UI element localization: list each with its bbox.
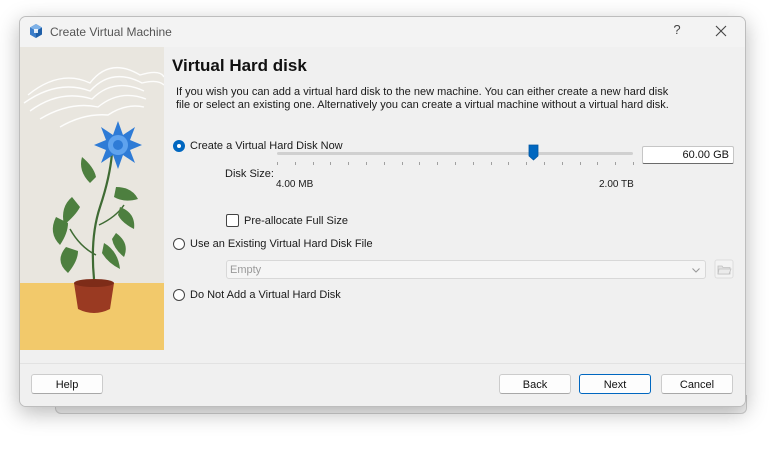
slider-tick: [615, 162, 616, 165]
no-disk-label: Do Not Add a Virtual Hard Disk: [190, 288, 341, 301]
slider-tick: [491, 162, 492, 165]
slider-tick: [455, 162, 456, 165]
preallocate-label: Pre-allocate Full Size: [244, 214, 348, 227]
window-title: Create Virtual Machine: [50, 25, 172, 39]
disk-size-label: Disk Size:: [225, 168, 274, 180]
intro-line-1: If you wish you can add a virtual hard d…: [176, 86, 669, 98]
plant-illustration: [20, 47, 164, 350]
slider-min-label: 4.00 MB: [276, 179, 314, 190]
slider-tick: [508, 162, 509, 165]
disk-size-field[interactable]: [642, 146, 734, 164]
context-help-button[interactable]: ?: [665, 22, 689, 40]
close-icon[interactable]: [708, 21, 734, 41]
slider-tick: [526, 162, 527, 165]
slider-tick: [419, 162, 420, 165]
cancel-button[interactable]: Cancel: [661, 374, 733, 394]
no-disk-radio[interactable]: [173, 288, 185, 301]
disk-size-slider[interactable]: [275, 141, 635, 181]
help-button[interactable]: Help: [31, 374, 103, 394]
slider-tick: [597, 162, 598, 165]
slider-tick: [544, 162, 545, 165]
existing-disk-radio[interactable]: [173, 237, 185, 250]
virtualbox-cube-icon: [30, 24, 42, 38]
slider-tick: [580, 162, 581, 165]
existing-disk-label: Use an Existing Virtual Hard Disk File: [190, 237, 373, 250]
page-title: Virtual Hard disk: [172, 56, 307, 75]
slider-tick: [633, 162, 634, 165]
slider-max-label: 2.00 TB: [599, 179, 634, 190]
slider-tick: [295, 162, 296, 165]
existing-disk-combo-value: Empty: [230, 264, 262, 276]
slider-tick: [348, 162, 349, 165]
wizard-content: Virtual Hard disk If you wish you can ad…: [20, 47, 745, 363]
slider-tick: [366, 162, 367, 165]
title-bar: Create Virtual Machine ?: [20, 17, 745, 47]
intro-line-2: file or select an existing one. Alternat…: [176, 99, 669, 111]
no-disk-option[interactable]: Do Not Add a Virtual Hard Disk: [173, 287, 341, 302]
preallocate-option[interactable]: Pre-allocate Full Size: [226, 214, 348, 227]
slider-tick: [384, 162, 385, 165]
slider-tick: [277, 162, 278, 165]
slider-handle[interactable]: [528, 144, 539, 161]
slider-tick: [473, 162, 474, 165]
slider-tick: [437, 162, 438, 165]
existing-disk-combo[interactable]: Empty: [226, 260, 706, 279]
slider-tick: [313, 162, 314, 165]
intro-text: If you wish you can add a virtual hard d…: [176, 86, 696, 112]
slider-tick: [330, 162, 331, 165]
slider-track[interactable]: [277, 152, 633, 155]
slider-tick: [402, 162, 403, 165]
chevron-down-icon: [692, 268, 700, 273]
next-button[interactable]: Next: [579, 374, 651, 394]
slider-tick: [562, 162, 563, 165]
create-disk-radio[interactable]: [173, 139, 185, 152]
preallocate-checkbox[interactable]: [226, 214, 239, 227]
create-vm-dialog: Create Virtual Machine ? Virtual Hard di…: [19, 16, 746, 407]
button-bar: Help Back Next Cancel: [20, 363, 745, 406]
existing-disk-option[interactable]: Use an Existing Virtual Hard Disk File: [173, 236, 373, 251]
back-button[interactable]: Back: [499, 374, 571, 394]
folder-open-icon[interactable]: [714, 259, 734, 279]
